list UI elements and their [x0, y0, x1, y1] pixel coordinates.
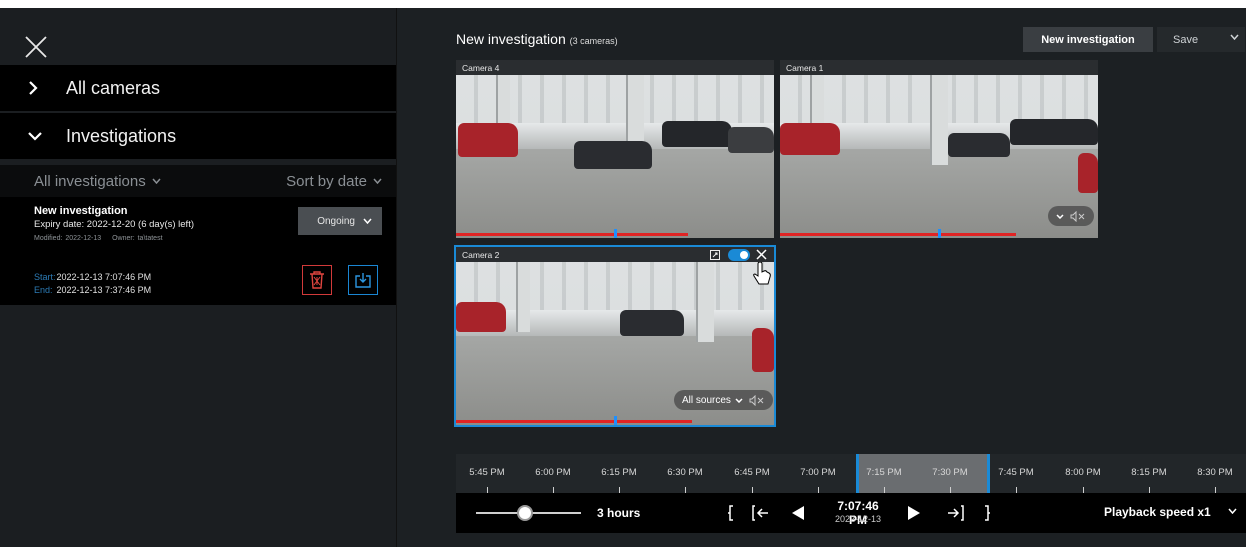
chevron-down-icon: [373, 178, 382, 184]
chevron-down-icon: [735, 397, 743, 403]
timeline-label: 7:00 PM: [800, 467, 836, 478]
previous-sequence-button[interactable]: [750, 503, 770, 523]
camera-controls-pill[interactable]: All sources: [674, 390, 773, 410]
section-label: All cameras: [66, 77, 161, 98]
investigation-expiry: Expiry date: 2022-12-20 (6 day(s) left): [34, 219, 194, 230]
timeline-label: 5:45 PM: [469, 467, 505, 478]
playback-speed-label[interactable]: Playback speed x1: [1104, 505, 1211, 519]
timeline-label: 6:30 PM: [667, 467, 703, 478]
save-label: Save: [1173, 33, 1199, 46]
current-date: 2022-12-13: [834, 514, 882, 524]
trash-icon: [310, 271, 324, 289]
chevron-down-icon: [152, 178, 161, 184]
export-button[interactable]: [348, 265, 378, 295]
live-toggle[interactable]: [728, 249, 750, 261]
play-button[interactable]: [906, 503, 922, 523]
page-title: New investigation (3 cameras): [456, 31, 618, 47]
range-slider-thumb[interactable]: [517, 505, 533, 521]
investigation-dates: Start: 2022-12-13 7:07:46 PM End: 2022-1…: [34, 271, 151, 297]
chevron-down-icon: [363, 218, 372, 224]
timeline-label: 7:15 PM: [866, 467, 902, 478]
timeline-label: 8:30 PM: [1197, 467, 1233, 478]
play-reverse-button[interactable]: [790, 503, 806, 523]
section-label: Investigations: [66, 125, 177, 146]
panel-divider: [396, 8, 397, 547]
mute-icon[interactable]: [749, 394, 765, 406]
camera-tile[interactable]: Camera 1: [780, 60, 1098, 238]
chevron-down-icon: [1230, 34, 1239, 40]
section-investigations[interactable]: Investigations: [0, 113, 396, 159]
chevron-down-icon: [28, 131, 48, 141]
camera-header: Camera 2: [456, 247, 774, 262]
investigation-meta: Modified: 2022-12-13 Owner: ta\tatest: [34, 235, 163, 242]
timeline-label: 8:00 PM: [1065, 467, 1101, 478]
hand-cursor-icon: [753, 262, 771, 285]
range-label: 3 hours: [597, 506, 641, 520]
bracket-start-icon: [728, 505, 733, 521]
chevron-down-icon[interactable]: [1056, 213, 1064, 219]
investigation-filter-bar: All investigations Sort by date: [0, 165, 396, 197]
save-dropdown[interactable]: Save: [1157, 27, 1245, 52]
chevron-right-icon: [28, 81, 48, 95]
sources-dropdown[interactable]: All sources: [682, 395, 743, 406]
camera-tile-selected[interactable]: Camera 2 All sources: [454, 245, 776, 427]
timeline-label: 7:30 PM: [932, 467, 968, 478]
step-back-icon: [752, 505, 768, 521]
owner: Owner: ta\tatest: [112, 235, 163, 242]
investigation-name: New investigation: [456, 31, 566, 47]
step-forward-icon: [948, 505, 964, 521]
camera-controls-pill[interactable]: [1048, 206, 1094, 226]
camera-video[interactable]: All sources: [456, 262, 774, 425]
sort-dropdown[interactable]: Sort by date: [286, 173, 382, 190]
go-to-start-button[interactable]: [724, 503, 738, 523]
status-label: Ongoing: [317, 215, 355, 227]
end-key: End:: [34, 285, 53, 295]
sort-label: Sort by date: [286, 172, 367, 190]
expand-icon[interactable]: [710, 250, 720, 260]
timeline-label: 8:15 PM: [1131, 467, 1167, 478]
start-key: Start:: [34, 272, 56, 282]
go-to-end-button[interactable]: [980, 503, 994, 523]
play-icon: [908, 506, 920, 520]
close-icon[interactable]: [756, 249, 767, 260]
end-value: 2022-12-13 7:37:46 PM: [56, 285, 152, 295]
next-sequence-button[interactable]: [946, 503, 966, 523]
camera-name: Camera 4: [456, 60, 774, 75]
play-reverse-icon: [792, 506, 804, 520]
timeline-label: 6:45 PM: [734, 467, 770, 478]
close-icon[interactable]: [24, 35, 48, 59]
modified-date: Modified: 2022-12-13: [34, 235, 102, 242]
timeline[interactable]: 5:45 PM 6:00 PM 6:15 PM 6:30 PM 6:45 PM …: [456, 454, 1246, 493]
start-value: 2022-12-13 7:07:46 PM: [56, 272, 152, 282]
camera-video[interactable]: [780, 75, 1098, 238]
camera-name: Camera 1: [780, 60, 1098, 75]
chevron-down-icon[interactable]: [1228, 508, 1237, 514]
playback-controls: 3 hours 7:07:46 PM 2022-12-13 Playback s…: [456, 493, 1246, 533]
investigation-title: New investigation: [34, 205, 128, 217]
camera-tile[interactable]: Camera 4: [456, 60, 774, 238]
delete-button[interactable]: [302, 265, 332, 295]
filter-label: All investigations: [34, 172, 146, 190]
sources-label: All sources: [682, 394, 731, 406]
range-start-handle[interactable]: [856, 454, 859, 493]
timeline-label: 7:45 PM: [998, 467, 1034, 478]
investigation-card[interactable]: New investigation Expiry date: 2022-12-2…: [0, 197, 396, 305]
range-end-handle[interactable]: [987, 454, 990, 493]
export-icon: [355, 273, 371, 288]
new-investigation-button[interactable]: New investigation: [1023, 27, 1153, 52]
timeline-label: 6:15 PM: [601, 467, 637, 478]
camera-name: Camera 2: [462, 250, 500, 260]
camera-video[interactable]: [456, 75, 774, 238]
timeline-label: 6:00 PM: [535, 467, 571, 478]
mute-icon[interactable]: [1070, 210, 1086, 222]
filter-dropdown[interactable]: All investigations: [34, 173, 161, 190]
side-panel: All cameras Investigations All investiga…: [0, 8, 396, 547]
bracket-end-icon: [985, 505, 990, 521]
status-dropdown[interactable]: Ongoing: [298, 207, 382, 235]
camera-count: (3 cameras): [569, 36, 618, 46]
section-all-cameras[interactable]: All cameras: [0, 65, 396, 111]
